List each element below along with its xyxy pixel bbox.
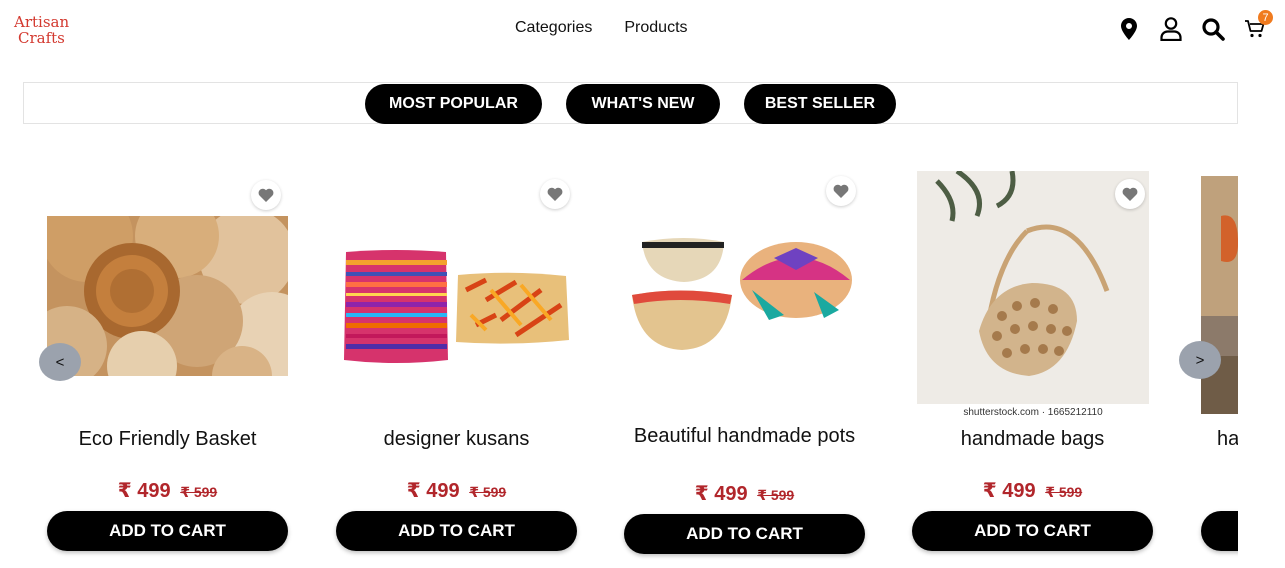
add-to-cart-button[interactable]: ADD TO CART [624,514,865,554]
carousel-prev-button[interactable]: < [39,343,81,381]
product-image-partial[interactable] [1201,176,1238,414]
product-price: ₹ 499 ₹ 599 [624,481,865,506]
brand-line-2: Crafts [18,29,65,47]
product-title[interactable]: Beautiful handmade pots [624,422,865,450]
price-current: 499 [137,480,171,502]
product-title[interactable]: Eco Friendly Basket [47,425,288,453]
wishlist-heart-icon[interactable] [540,179,570,209]
product-card: shutterstock.com · 1665212110 handmade b… [912,160,1182,560]
wishlist-heart-icon[interactable] [1115,179,1145,209]
wishlist-heart-icon[interactable] [826,176,856,206]
filter-whats-new[interactable]: WHAT'S NEW [566,84,720,124]
product-card: designer kusans ₹ 499 ₹ 599 ADD TO CART [336,160,606,560]
brand-logo[interactable]: Artisan Crafts [14,14,69,46]
add-to-cart-button[interactable]: ADD TO CART [336,511,577,551]
product-image-kusans[interactable] [336,230,577,380]
nav-products[interactable]: Products [624,19,687,37]
cart-count-badge: 7 [1258,10,1273,25]
filter-bar: MOST POPULAR WHAT'S NEW BEST SELLER [23,82,1238,124]
price-current: 499 [714,483,748,505]
product-card: Eco Friendly Basket ₹ 499 ₹ 599 ADD TO C… [47,160,317,560]
price-old: ₹ 599 [757,487,795,503]
product-image-pots[interactable] [624,230,865,360]
price-current: 499 [426,480,460,502]
price-currency: ₹ [117,480,132,502]
filter-best-seller[interactable]: BEST SELLER [744,84,896,124]
price-old: ₹ 599 [1045,484,1083,500]
price-currency: ₹ [694,483,709,505]
price-currency: ₹ [982,480,997,502]
product-price: ₹ 499 ₹ 599 [912,478,1153,503]
price-old: ₹ 599 [180,484,218,500]
nav-categories[interactable]: Categories [515,19,592,37]
price-currency: ₹ [406,480,421,502]
product-carousel: Eco Friendly Basket ₹ 499 ₹ 599 ADD TO C… [23,160,1238,560]
brand-line-1: Artisan [14,13,70,31]
product-title[interactable]: designer kusans [336,425,577,453]
search-icon[interactable] [1201,16,1225,42]
product-price: ₹ 499 ₹ 599 [336,478,577,503]
add-to-cart-button[interactable]: ADD TO CART [912,511,1153,551]
carousel-next-button[interactable]: > [1179,341,1221,379]
product-price: ₹ 499 ₹ 599 [47,478,288,503]
product-card: Beautiful handmade pots ₹ 499 ₹ 599 ADD … [624,160,894,560]
product-image-basket[interactable] [47,216,288,376]
product-image-bags[interactable] [917,171,1149,404]
cart-icon[interactable]: 7 [1243,10,1273,42]
main-nav: Categories Products [515,19,688,37]
user-icon[interactable] [1159,16,1183,42]
filter-most-popular[interactable]: MOST POPULAR [365,84,542,124]
product-title[interactable]: handmade bags [912,425,1153,453]
add-to-cart-button[interactable] [1201,511,1238,551]
add-to-cart-button[interactable]: ADD TO CART [47,511,288,551]
location-icon[interactable] [1117,16,1141,42]
image-watermark: shutterstock.com · 1665212110 [963,407,1103,418]
wishlist-heart-icon[interactable] [251,180,281,210]
product-title[interactable]: ha [1217,425,1238,453]
price-current: 499 [1002,480,1036,502]
header-icons: 7 [1117,10,1273,42]
price-old: ₹ 599 [469,484,507,500]
